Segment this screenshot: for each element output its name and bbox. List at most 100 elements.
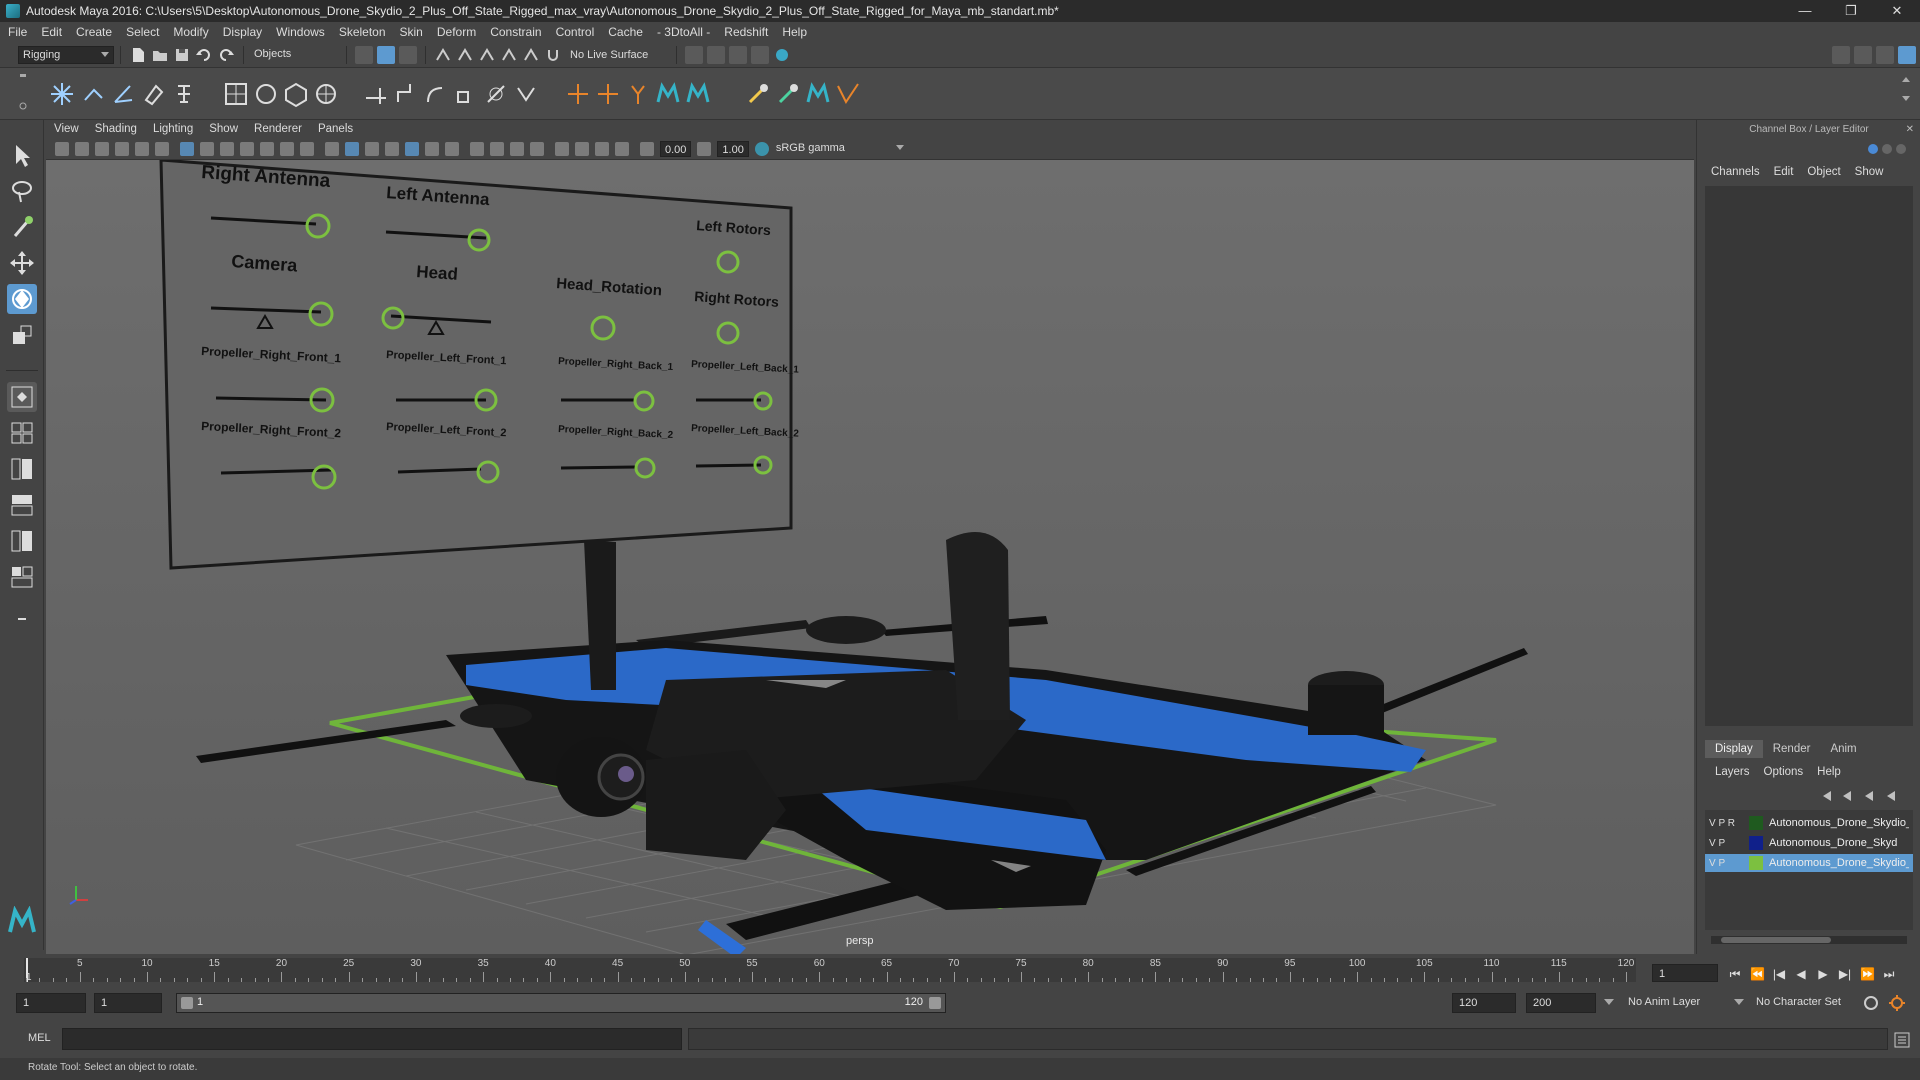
time-ruler[interactable]: 5 10 15 20 25 30 35 40 45 50 55 60 65 70 75 80 85 90 95 100…: [24, 958, 1636, 982]
two-d-pan-zoom-icon[interactable]: [135, 141, 149, 156]
undo-icon[interactable]: [195, 46, 213, 64]
channel-box-toggle-icons[interactable]: [1867, 142, 1907, 156]
layer-flags[interactable]: V P R: [1705, 818, 1749, 829]
step-back-key-button[interactable]: ⏪: [1750, 968, 1765, 980]
camera-attributes-icon[interactable]: [75, 141, 89, 156]
backface-culling-icon[interactable]: [615, 141, 629, 156]
playback-start-field[interactable]: 1: [94, 993, 162, 1013]
current-frame-field[interactable]: 1: [1652, 964, 1718, 982]
render-layout-icon[interactable]: [7, 562, 37, 592]
exposure-field[interactable]: 0.00: [660, 140, 692, 157]
orient-constraint-icon[interactable]: [422, 80, 450, 108]
viewport-menu-renderer[interactable]: Renderer: [254, 123, 302, 135]
use-all-lights-icon[interactable]: [425, 141, 439, 156]
play-forwards-button[interactable]: ▶: [1816, 968, 1830, 980]
step-forward-key-button[interactable]: ⏩: [1860, 968, 1875, 980]
animation-end-field[interactable]: 200: [1526, 993, 1596, 1013]
graph-editor-layout-icon[interactable]: [7, 490, 37, 520]
close-button[interactable]: ✕: [1874, 0, 1920, 22]
mel-script-icon-3[interactable]: [804, 80, 832, 108]
modeling-toolkit-icon[interactable]: [1832, 45, 1850, 64]
textured-icon[interactable]: [405, 141, 419, 156]
ik-spline-icon[interactable]: [110, 80, 138, 108]
snap-view-plane-icon[interactable]: [500, 46, 518, 64]
mel-script-icon-2[interactable]: [684, 80, 712, 108]
paint-select-tool-icon[interactable]: [7, 212, 37, 242]
step-back-frame-button[interactable]: |◀: [1772, 968, 1786, 980]
ambient-occlusion-icon[interactable]: [470, 141, 484, 156]
edit-menu[interactable]: Edit: [1774, 166, 1794, 178]
render-settings-icon[interactable]: [751, 45, 770, 64]
menu-modify[interactable]: Modify: [173, 25, 208, 39]
lasso-tool-icon[interactable]: [7, 176, 37, 206]
chevron-down-icon[interactable]: [1734, 998, 1744, 1010]
menu-help[interactable]: Help: [782, 25, 807, 39]
isolate-select-icon[interactable]: [555, 141, 569, 156]
viewport-menu-view[interactable]: View: [54, 123, 79, 135]
attribute-editor-icon[interactable]: [1854, 45, 1872, 64]
layer-color-swatch[interactable]: [1749, 856, 1763, 870]
playback-end-field[interactable]: 120: [1452, 993, 1516, 1013]
range-end-handle[interactable]: [929, 997, 941, 1009]
resolution-gate-icon[interactable]: [220, 141, 234, 156]
select-by-component-icon[interactable]: [399, 45, 417, 64]
motion-blur-icon[interactable]: [490, 141, 504, 156]
minimize-button[interactable]: —: [1782, 0, 1828, 22]
animation-preferences-icon[interactable]: [1888, 994, 1906, 1015]
snap-point-icon[interactable]: [478, 46, 496, 64]
layer-name[interactable]: Autonomous_Drone_Skydio_: [1769, 857, 1909, 869]
move-tool-icon[interactable]: [7, 248, 37, 278]
script-editor-icon[interactable]: [1894, 1032, 1910, 1051]
menu-3dtoall[interactable]: - 3DtoAll -: [657, 25, 710, 39]
menu-cache[interactable]: Cache: [608, 25, 643, 39]
menu-redshift[interactable]: Redshift: [724, 25, 768, 39]
sculpt-deformer-icon[interactable]: [312, 80, 340, 108]
joint-tool-icon[interactable]: [48, 80, 76, 108]
color-management-icon[interactable]: [754, 141, 769, 156]
shelf-scroll[interactable]: [1900, 74, 1912, 114]
magnet-icon[interactable]: [544, 46, 562, 64]
viewport-panel[interactable]: View Shading Lighting Show Renderer Pane…: [46, 120, 1694, 954]
save-scene-icon[interactable]: [173, 46, 191, 64]
channel-list[interactable]: [1705, 186, 1913, 726]
snap-grid-icon[interactable]: [434, 46, 452, 64]
live-surface-label[interactable]: No Live Surface: [570, 49, 648, 61]
anti-aliasing-icon[interactable]: [510, 141, 524, 156]
four-view-layout-icon[interactable]: [7, 418, 37, 448]
select-by-hierarchy-icon[interactable]: [355, 45, 373, 64]
new-scene-icon[interactable]: [129, 46, 147, 64]
shadows-icon[interactable]: [445, 141, 459, 156]
hypershade-icon[interactable]: [773, 46, 791, 64]
mel-script-icon-1[interactable]: [654, 80, 682, 108]
pole-vector-icon[interactable]: [512, 80, 540, 108]
menu-create[interactable]: Create: [76, 25, 112, 39]
scrollbar-thumb[interactable]: [1721, 937, 1831, 943]
layer-action-icons[interactable]: [1821, 788, 1911, 804]
render-view-icon[interactable]: [685, 45, 704, 64]
tool-settings-icon[interactable]: [1876, 45, 1894, 64]
locator-icon[interactable]: [564, 80, 592, 108]
go-to-start-button[interactable]: ⏮: [1728, 968, 1742, 980]
menu-file[interactable]: File: [8, 25, 27, 39]
viewport-menu-lighting[interactable]: Lighting: [153, 123, 193, 135]
animation-start-field[interactable]: 1: [16, 993, 86, 1013]
gamma-field[interactable]: 1.00: [717, 140, 749, 157]
wireframe-on-shaded-icon[interactable]: [365, 141, 379, 156]
help-menu[interactable]: Help: [1817, 766, 1841, 778]
bookmark-icon[interactable]: [95, 141, 109, 156]
command-language-toggle[interactable]: MEL: [28, 1032, 51, 1044]
skeleton-icon[interactable]: [170, 80, 198, 108]
go-to-end-button[interactable]: ⏭: [1882, 968, 1896, 980]
viewport-menu-show[interactable]: Show: [209, 123, 238, 135]
parent-constraint-icon[interactable]: [362, 80, 390, 108]
menuset-dropdown[interactable]: Rigging: [18, 45, 114, 64]
channels-menu[interactable]: Channels: [1711, 166, 1760, 178]
gamma-icon[interactable]: [697, 141, 712, 156]
lattice-icon[interactable]: [222, 80, 250, 108]
cluster-icon[interactable]: [252, 80, 280, 108]
camera-select-icon[interactable]: [55, 141, 69, 156]
image-plane-icon[interactable]: [115, 141, 129, 156]
layer-list-scrollbar[interactable]: [1711, 936, 1907, 944]
exposure-icon[interactable]: [640, 141, 654, 156]
selection-mode-dropdown[interactable]: Objects: [250, 45, 340, 64]
